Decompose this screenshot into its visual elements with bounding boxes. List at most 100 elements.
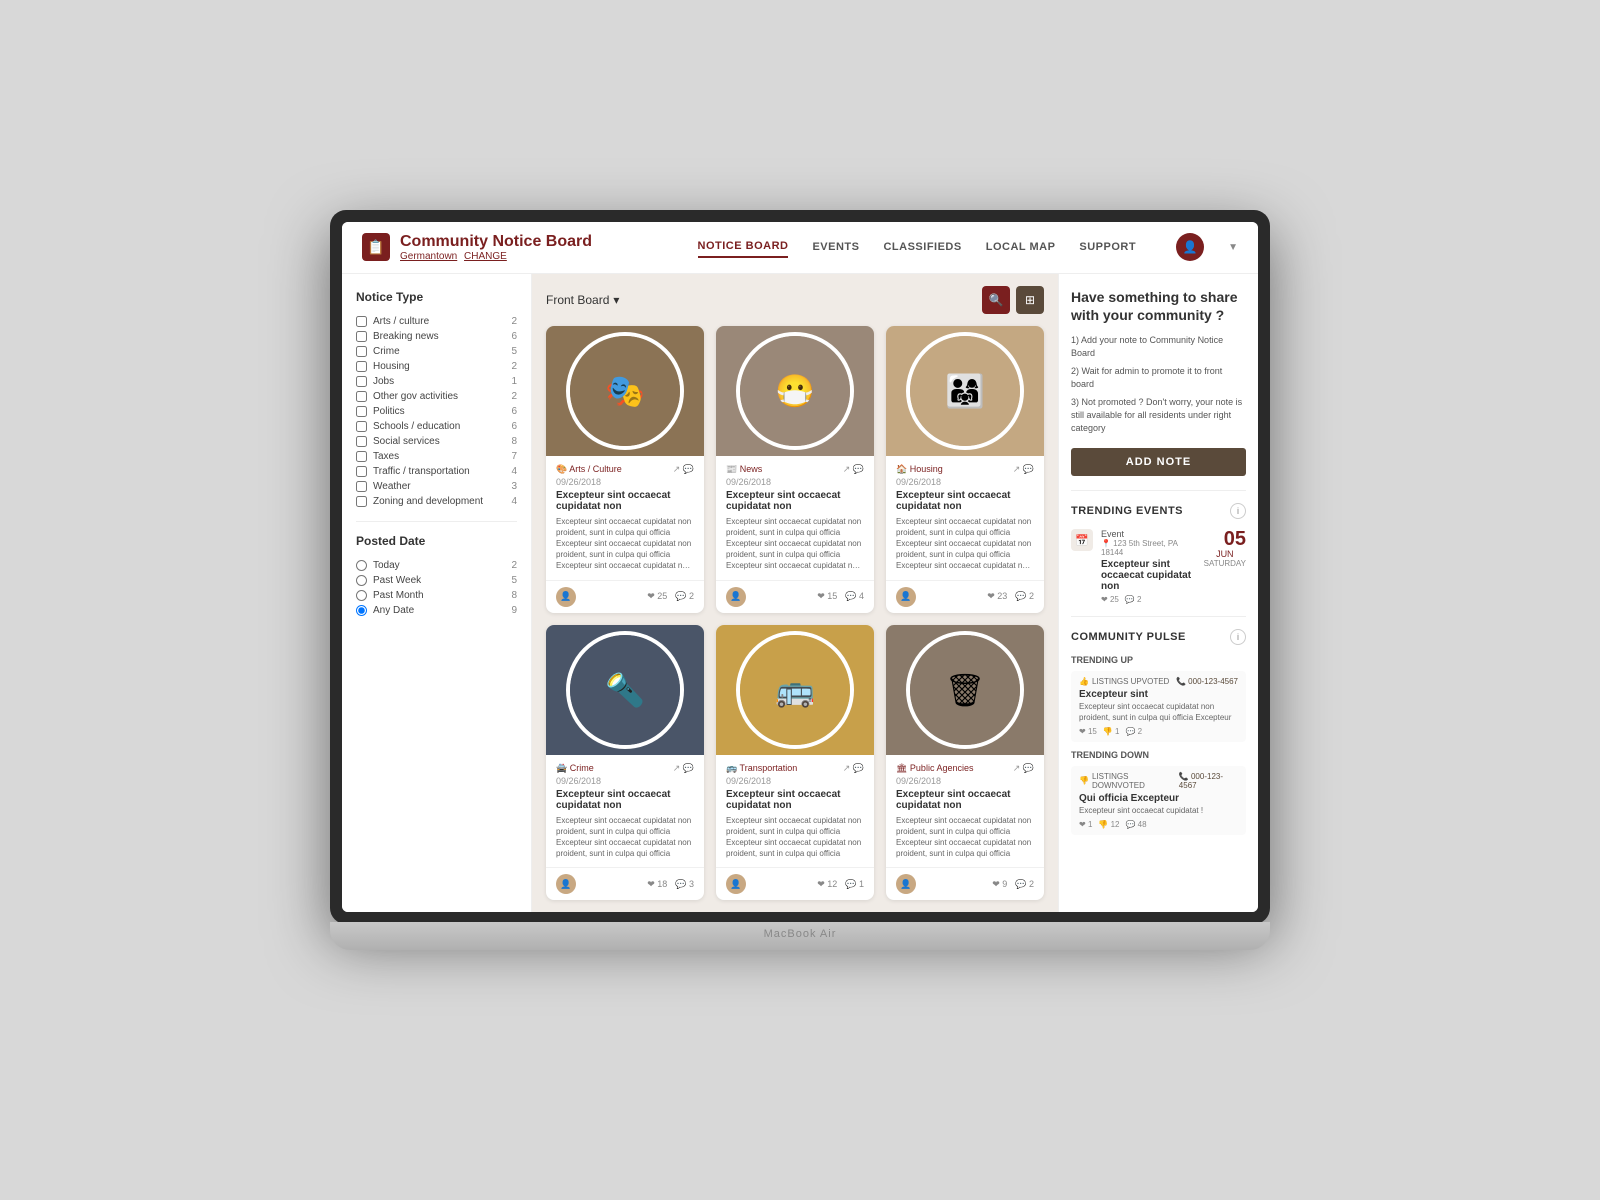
card-meta-actions: ↗ 💬: [1013, 763, 1034, 774]
card-footer: 👤 ❤ 18 💬 3: [546, 867, 704, 900]
trending-events-info[interactable]: i: [1230, 503, 1246, 519]
card-title: Excepteur sint occaecat cupidatat non: [726, 490, 864, 512]
filter-count: 7: [511, 451, 517, 462]
card-img-placeholder: 😷: [740, 336, 850, 446]
search-button[interactable]: 🔍: [982, 286, 1010, 314]
event-card[interactable]: 📅 Event 📍 123 5th Street, PA 18144 Excep…: [1071, 529, 1246, 604]
posted-date-title: Posted Date: [356, 534, 517, 548]
filter-checkbox[interactable]: [356, 331, 367, 342]
card-body: 🚌 Transportation ↗ 💬 09/26/2018 Excepteu…: [716, 755, 874, 868]
filter-item[interactable]: Taxes 7: [356, 449, 517, 464]
card-likes: ❤ 15: [817, 591, 837, 602]
filter-item[interactable]: Traffic / transportation 4: [356, 464, 517, 479]
avatar-dropdown[interactable]: ▼: [1228, 242, 1238, 253]
filter-item[interactable]: Social services 8: [356, 434, 517, 449]
section-divider-1: [1071, 490, 1246, 491]
filter-item[interactable]: Breaking news 6: [356, 329, 517, 344]
event-name: Event: [1101, 529, 1196, 539]
change-location-link[interactable]: CHANGE: [464, 251, 507, 262]
app-title: Community Notice Board: [400, 233, 592, 251]
trending-down-phone[interactable]: 📞 000-123-4567: [1179, 772, 1238, 790]
card[interactable]: 😷 📰 News ↗ 💬 09/26/2018 Excepteur sint o…: [716, 326, 874, 613]
filter-item[interactable]: Schools / education 6: [356, 419, 517, 434]
card-meta-actions: ↗ 💬: [673, 464, 694, 475]
filter-item[interactable]: Arts / culture 2: [356, 314, 517, 329]
card[interactable]: 👨‍👩‍👧 🏠 Housing ↗ 💬 09/26/2018 Excepteur…: [886, 326, 1044, 613]
card[interactable]: 🎭 🎨 Arts / Culture ↗ 💬 09/26/2018 Except…: [546, 326, 704, 613]
nav-local-map[interactable]: LOCAL MAP: [986, 237, 1056, 257]
filter-checkbox[interactable]: [356, 391, 367, 402]
card-body: 🎨 Arts / Culture ↗ 💬 09/26/2018 Excepteu…: [546, 456, 704, 580]
card-stats: ❤ 12 💬 1: [817, 879, 864, 890]
filter-checkbox[interactable]: [356, 481, 367, 492]
card-likes: ❤ 18: [647, 879, 667, 890]
nav-classifieds[interactable]: CLASSIFIEDS: [883, 237, 961, 257]
date-filter-label: Past Month: [373, 590, 424, 601]
date-filter-item[interactable]: Any Date 9: [356, 603, 517, 618]
date-filter-item[interactable]: Today 2: [356, 558, 517, 573]
filter-label: Schools / education: [373, 421, 460, 432]
card-stats: ❤ 23 💬 2: [987, 591, 1034, 602]
card[interactable]: 🗑 🏛 Public Agencies ↗ 💬 09/26/2018 Excep…: [886, 625, 1044, 901]
filter-count: 6: [511, 421, 517, 432]
filter-item[interactable]: Jobs 1: [356, 374, 517, 389]
card-body: 🏠 Housing ↗ 💬 09/26/2018 Excepteur sint …: [886, 456, 1044, 580]
filter-checkbox[interactable]: [356, 466, 367, 477]
filter-count: 8: [511, 436, 517, 447]
nav-notice-board[interactable]: NOTICE BOARD: [698, 236, 789, 258]
tu-likes: ❤ 15: [1079, 727, 1097, 736]
filter-list: Arts / culture 2 Breaking news 6 Crime 5…: [356, 314, 517, 509]
filter-checkbox[interactable]: [356, 376, 367, 387]
date-filter-radio[interactable]: [356, 575, 367, 586]
card-stats: ❤ 9 💬 2: [992, 879, 1034, 890]
card-img-placeholder: 🚌: [740, 635, 850, 745]
add-note-button[interactable]: ADD NOTE: [1071, 448, 1246, 476]
filter-checkbox[interactable]: [356, 496, 367, 507]
date-filter-list: Today 2 Past Week 5 Past Month 8 Any Dat…: [356, 558, 517, 618]
date-filter-radio[interactable]: [356, 605, 367, 616]
filter-item[interactable]: Housing 2: [356, 359, 517, 374]
front-board-dropdown[interactable]: Front Board ▾: [546, 293, 619, 307]
card-meta-actions: ↗ 💬: [1013, 464, 1034, 475]
date-filter-radio[interactable]: [356, 560, 367, 571]
card-comments: 💬 3: [675, 879, 694, 890]
nav-support[interactable]: SUPPORT: [1079, 237, 1136, 257]
community-pulse-info[interactable]: i: [1230, 629, 1246, 645]
nav-events[interactable]: EVENTS: [812, 237, 859, 257]
card-likes: ❤ 12: [817, 879, 837, 890]
filter-item[interactable]: Politics 6: [356, 404, 517, 419]
filter-label: Politics: [373, 406, 405, 417]
filter-checkbox[interactable]: [356, 316, 367, 327]
card-meta: 🚔 Crime ↗ 💬: [556, 763, 694, 774]
card-comments: 💬 2: [1015, 591, 1034, 602]
trending-up-phone[interactable]: 📞 000-123-4567: [1176, 677, 1238, 686]
filter-checkbox[interactable]: [356, 346, 367, 357]
card-body: 🚔 Crime ↗ 💬 09/26/2018 Excepteur sint oc…: [546, 755, 704, 868]
user-avatar[interactable]: 👤: [1176, 233, 1204, 261]
card-title: Excepteur sint occaecat cupidatat non: [896, 490, 1034, 512]
trending-down-stats: ❤ 1 👎 12 💬 48: [1079, 820, 1238, 829]
grid-view-button[interactable]: ⊞: [1016, 286, 1044, 314]
filter-item[interactable]: Zoning and development 4: [356, 494, 517, 509]
event-details: Event 📍 123 5th Street, PA 18144 Excepte…: [1101, 529, 1196, 604]
filter-checkbox[interactable]: [356, 421, 367, 432]
filter-item[interactable]: Weather 3: [356, 479, 517, 494]
card-title: Excepteur sint occaecat cupidatat non: [726, 789, 864, 811]
date-filter-radio[interactable]: [356, 590, 367, 601]
filter-checkbox[interactable]: [356, 451, 367, 462]
date-filter-item[interactable]: Past Week 5: [356, 573, 517, 588]
card[interactable]: 🚌 🚌 Transportation ↗ 💬 09/26/2018 Except…: [716, 625, 874, 901]
filter-checkbox[interactable]: [356, 361, 367, 372]
filter-item[interactable]: Crime 5: [356, 344, 517, 359]
filter-item[interactable]: Other gov activities 2: [356, 389, 517, 404]
date-filter-item[interactable]: Past Month 8: [356, 588, 517, 603]
card-img-circle: 😷: [736, 332, 854, 450]
filter-checkbox[interactable]: [356, 406, 367, 417]
card-image-wrap: 😷: [716, 326, 874, 456]
card-category: 🚔 Crime: [556, 763, 594, 774]
filter-checkbox[interactable]: [356, 436, 367, 447]
card-text: Excepteur sint occaecat cupidatat non pr…: [726, 516, 864, 572]
card-comments: 💬 2: [675, 591, 694, 602]
card[interactable]: 🔦 🚔 Crime ↗ 💬 09/26/2018 Excepteur sint …: [546, 625, 704, 901]
card-date: 09/26/2018: [896, 776, 1034, 786]
